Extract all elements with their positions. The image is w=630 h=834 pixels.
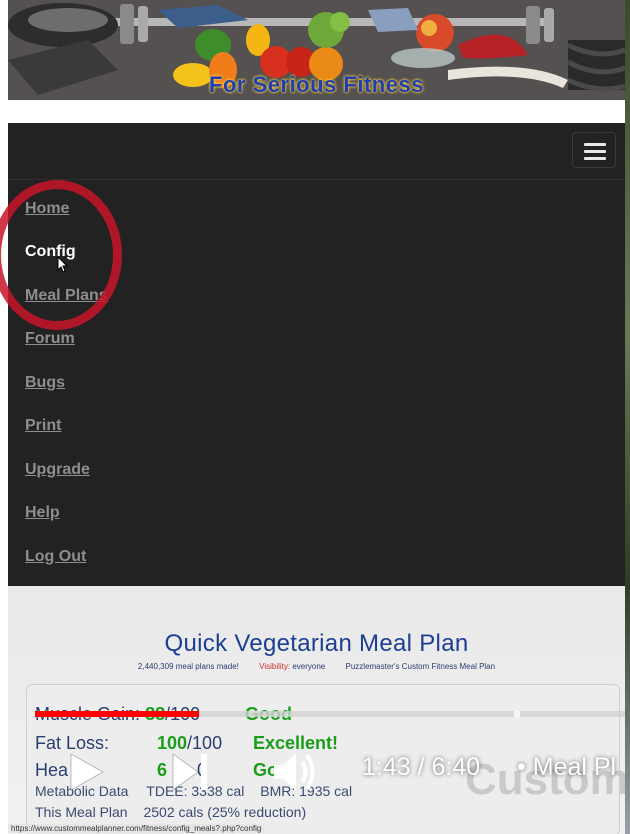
banner-title: For Serious Fitness (209, 72, 424, 97)
nav-item-upgrade[interactable]: Upgrade (25, 461, 90, 479)
banner-divider (8, 100, 625, 124)
stat-value: 6 (157, 760, 168, 780)
nav-item-forum[interactable]: Forum (25, 330, 75, 348)
right-edge (625, 0, 630, 834)
page-title: Quick Vegetarian Meal Plan (164, 630, 469, 657)
video-progress-played[interactable] (35, 711, 199, 717)
this-meal-plan: This Meal Plan 2502 cals (25% reduction) (35, 804, 306, 820)
hamburger-menu-icon[interactable] (572, 132, 616, 168)
volume-icon[interactable] (272, 750, 318, 794)
plan-meta: 2,440,309 meal plans made! Visibility: e… (8, 662, 625, 671)
nav-item-log-out[interactable]: Log Out (25, 548, 86, 566)
mobile-nav-menu: Home Config Meal Plans Forum Bugs Print … (8, 123, 625, 586)
visibility: Visibility: everyone (259, 662, 325, 671)
video-time: 1:43 / 6:40 (362, 753, 480, 782)
stat-label: Fat Loss: (35, 733, 110, 753)
nav-item-meal-plans[interactable]: Meal Plans (25, 287, 108, 305)
stat-max: /100 (187, 733, 223, 753)
plan-owner: Puzzlemaster's Custom Fitness Meal Plan (345, 662, 496, 671)
plan-count: 2,440,309 meal plans made! (137, 662, 239, 671)
left-edge (0, 0, 8, 834)
stat-fat-loss: Fat Loss: 100/100 Excellent! (35, 733, 338, 754)
meal-plan-label: This Meal Plan (35, 804, 128, 820)
visibility-label: Visibility: (259, 662, 291, 671)
progress-chapter-gap (514, 710, 520, 718)
nav-item-print[interactable]: Print (25, 417, 61, 435)
play-icon[interactable] (68, 752, 106, 792)
next-icon[interactable] (170, 752, 210, 792)
meal-plan-calories: 2502 cals (25% reduction) (143, 804, 307, 820)
chapter-dot: • (517, 753, 526, 781)
site-banner: For Serious Fitness (8, 0, 625, 100)
chapter-title[interactable]: • Meal Pl (517, 753, 616, 782)
stat-value: 100 (157, 733, 188, 753)
status-bar-url: https://www.custommealplanner.com/fitnes… (8, 824, 265, 833)
nav-item-help[interactable]: Help (25, 504, 60, 522)
nav-item-home[interactable]: Home (25, 200, 69, 218)
stat-health: Hea 60 Go (35, 760, 278, 781)
duration: 6:40 (431, 753, 481, 781)
current-time: 1:43 (362, 753, 411, 781)
nav-item-bugs[interactable]: Bugs (25, 374, 65, 392)
chapter-name: Meal Pl (532, 753, 617, 781)
nav-header (8, 123, 625, 180)
mouse-cursor-icon (57, 256, 69, 273)
visibility-value: everyone (292, 662, 326, 671)
stat-label: Hea (35, 760, 69, 780)
video-frame[interactable]: For Serious Fitness Home Config Meal Pla… (0, 0, 630, 834)
time-separator: / (417, 753, 425, 781)
